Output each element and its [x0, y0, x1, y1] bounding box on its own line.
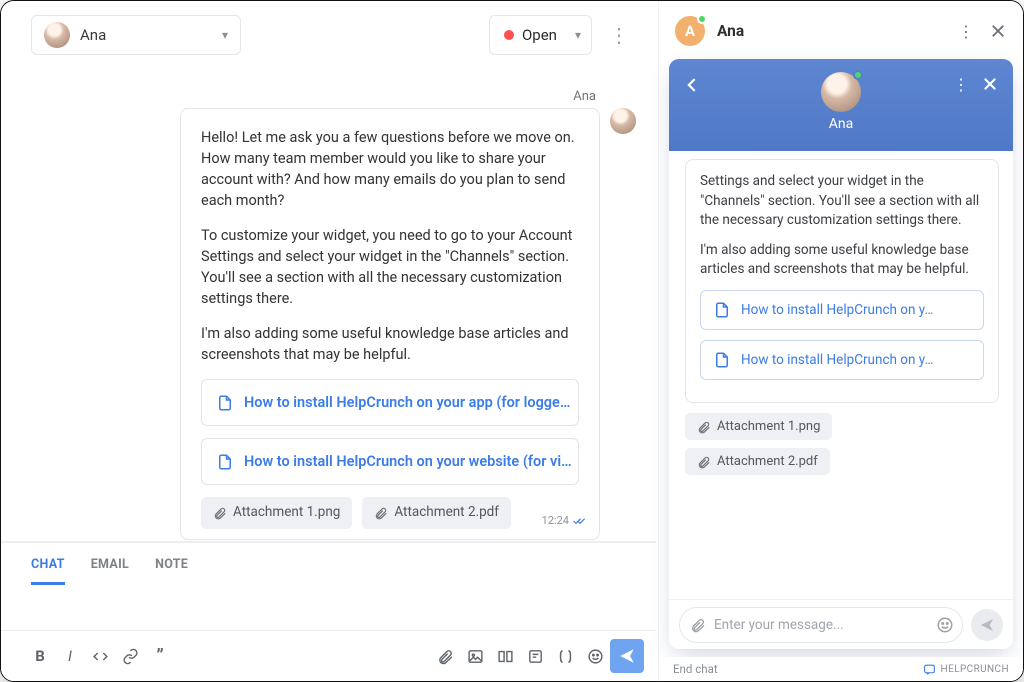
- knowledge-base-button[interactable]: [490, 641, 520, 671]
- bold-button[interactable]: B: [25, 641, 55, 671]
- composer-tabs: CHAT EMAIL NOTE: [1, 543, 656, 585]
- visitor-name: Ana: [717, 22, 744, 40]
- presence-dot-icon: [697, 14, 707, 24]
- kb-article-title: How to install HelpCrunch on y…: [741, 301, 934, 319]
- emoji-icon[interactable]: [936, 616, 954, 634]
- widget-header: ⋮ Ana: [669, 59, 1013, 151]
- widget-footer: End chat HELPCRUNCH: [659, 657, 1023, 681]
- visitor-header: A Ana ⋮: [659, 1, 1023, 51]
- message-paragraph: I'm also adding some useful knowledge ba…: [700, 241, 984, 280]
- attachment-chip[interactable]: Attachment 2.pdf: [362, 497, 511, 529]
- compose-toolbar: B I ”: [1, 631, 656, 681]
- attachment-name: Attachment 2.pdf: [394, 503, 499, 523]
- kb-article-link[interactable]: How to install HelpCrunch on y…: [700, 290, 984, 330]
- paperclip-icon: [697, 455, 711, 469]
- attachment-chip[interactable]: Attachment 2.pdf: [685, 448, 830, 475]
- document-icon: [216, 453, 234, 471]
- chevron-down-icon: ▾: [575, 28, 581, 42]
- close-button[interactable]: [987, 20, 1009, 42]
- attachment-chip[interactable]: Attachment 1.png: [685, 413, 832, 440]
- paperclip-icon: [374, 506, 388, 520]
- end-chat-link[interactable]: End chat: [673, 662, 718, 676]
- status-dot-icon: [504, 30, 514, 40]
- presence-dot-icon: [853, 70, 863, 80]
- document-icon: [713, 301, 731, 319]
- widget-more-menu[interactable]: ⋮: [953, 75, 969, 94]
- kb-article-title: How to install HelpCrunch on y…: [741, 351, 934, 369]
- avatar: [610, 108, 636, 134]
- link-button[interactable]: [115, 641, 145, 671]
- status-select[interactable]: Open ▾: [489, 15, 592, 55]
- more-menu[interactable]: ⋮: [602, 15, 636, 55]
- widget-message-input[interactable]: Enter your message...: [679, 607, 963, 643]
- read-receipt-icon: [573, 516, 587, 526]
- input-placeholder: Enter your message...: [714, 617, 928, 633]
- attach-button[interactable]: [430, 641, 460, 671]
- attachment-name: Attachment 1.png: [233, 503, 340, 523]
- visitor-widget-panel: A Ana ⋮ ⋮ Ana: [658, 1, 1023, 681]
- tab-note[interactable]: NOTE: [155, 551, 188, 585]
- paperclip-icon: [213, 506, 227, 520]
- variables-button[interactable]: [550, 641, 580, 671]
- widget-input-row: Enter your message...: [669, 599, 1013, 649]
- more-menu[interactable]: ⋮: [955, 20, 977, 42]
- assignee-select[interactable]: Ana ▾: [31, 15, 241, 55]
- agent-avatar: [821, 72, 861, 112]
- message-paragraph: Settings and select your widget in the "…: [700, 172, 984, 231]
- assignee-name: Ana: [80, 26, 106, 44]
- agent-name: Ana: [829, 116, 853, 132]
- message-timestamp: 12:24: [542, 513, 587, 529]
- agent-panel: Ana ▾ Open ▾ ⋮ Ana Hello! Let me ask you…: [1, 1, 656, 681]
- message-paragraph: To customize your widget, you need to go…: [201, 225, 579, 309]
- back-button[interactable]: [683, 75, 703, 99]
- document-icon: [713, 351, 731, 369]
- image-button[interactable]: [460, 641, 490, 671]
- emoji-button[interactable]: [580, 641, 610, 671]
- attachment-name: Attachment 1.png: [717, 419, 820, 434]
- kb-article-title: How to install HelpCrunch on your websit…: [244, 451, 572, 472]
- document-icon: [216, 394, 234, 412]
- brand-badge[interactable]: HELPCRUNCH: [923, 663, 1009, 676]
- compose-textarea[interactable]: [1, 585, 656, 631]
- kb-article-title: How to install HelpCrunch on your app (f…: [244, 392, 570, 413]
- kb-article-link[interactable]: How to install HelpCrunch on your app (f…: [201, 379, 579, 426]
- tab-email[interactable]: EMAIL: [91, 551, 129, 585]
- quote-button[interactable]: ”: [145, 641, 175, 671]
- paperclip-icon[interactable]: [690, 617, 706, 633]
- attachment-name: Attachment 2.pdf: [717, 454, 818, 469]
- widget-message-bubble: Settings and select your widget in the "…: [685, 159, 999, 403]
- agent-message-bubble: Hello! Let me ask you a few questions be…: [180, 108, 600, 540]
- visitor-avatar: A: [675, 16, 705, 46]
- status-label: Open: [522, 26, 557, 44]
- saved-replies-button[interactable]: [520, 641, 550, 671]
- message-from-label: Ana: [31, 89, 596, 104]
- composer: CHAT EMAIL NOTE B I ”: [1, 541, 656, 681]
- kb-article-link[interactable]: How to install HelpCrunch on y…: [700, 340, 984, 380]
- widget-body: Settings and select your widget in the "…: [669, 151, 1013, 599]
- chevron-down-icon: ▾: [222, 28, 228, 42]
- conversation-body: Ana Hello! Let me ask you a few question…: [1, 59, 656, 541]
- avatar: [44, 22, 70, 48]
- brand-icon: [923, 663, 936, 676]
- message-paragraph: Hello! Let me ask you a few questions be…: [201, 127, 579, 211]
- paperclip-icon: [697, 420, 711, 434]
- italic-button[interactable]: I: [55, 641, 85, 671]
- widget-close-button[interactable]: [981, 75, 999, 97]
- agent-top-bar: Ana ▾ Open ▾ ⋮: [1, 1, 656, 59]
- tab-chat[interactable]: CHAT: [31, 551, 65, 585]
- attachment-chip[interactable]: Attachment 1.png: [201, 497, 352, 529]
- kb-article-link[interactable]: How to install HelpCrunch on your websit…: [201, 438, 579, 485]
- chat-widget-window: ⋮ Ana Settings and select your widget in…: [669, 59, 1013, 649]
- message-paragraph: I'm also adding some useful knowledge ba…: [201, 323, 579, 365]
- widget-send-button[interactable]: [971, 609, 1003, 641]
- send-button[interactable]: [610, 639, 644, 673]
- code-button[interactable]: [85, 641, 115, 671]
